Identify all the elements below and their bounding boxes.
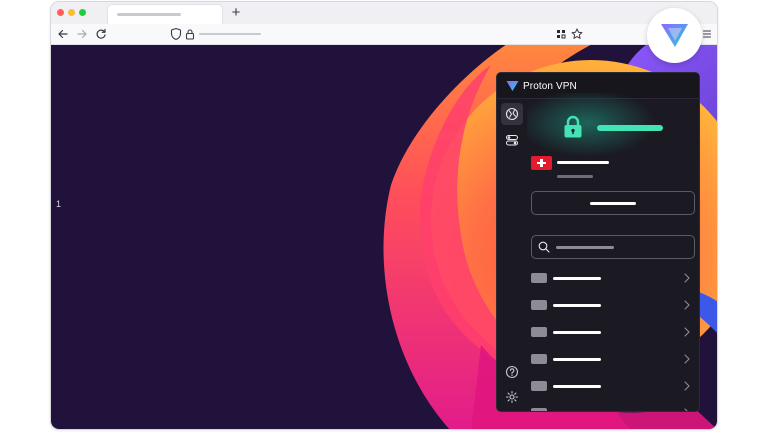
search-input[interactable] (531, 235, 695, 259)
proton-vpn-extension-button[interactable] (647, 8, 702, 63)
forward-icon[interactable] (74, 26, 90, 42)
tab-bar: + (51, 2, 717, 24)
chevron-right-icon (684, 354, 690, 364)
help-icon (505, 365, 519, 379)
country-name (553, 277, 601, 280)
settings-button[interactable] (501, 386, 523, 408)
server-name (557, 161, 609, 164)
connection-status (597, 125, 663, 131)
globe-icon (505, 107, 519, 121)
shield-icon[interactable] (169, 27, 183, 41)
country-flag-icon (531, 273, 547, 283)
list-item[interactable] (527, 373, 699, 400)
maximize-window-button[interactable] (79, 9, 86, 16)
vpn-popup-panel: Proton VPN (496, 72, 700, 412)
tab-title (117, 13, 181, 16)
panel-sidebar (497, 99, 527, 411)
list-item[interactable] (527, 346, 699, 373)
settings-icon (505, 390, 519, 404)
close-window-button[interactable] (57, 9, 64, 16)
reload-icon[interactable] (93, 26, 109, 42)
search-icon (538, 241, 550, 253)
toggles-icon (506, 135, 518, 146)
browser-tab[interactable] (107, 4, 223, 24)
navigation-toolbar (51, 24, 717, 45)
new-tab-button[interactable]: + (227, 4, 245, 22)
connection-action-label (590, 202, 636, 205)
server-ip (557, 175, 593, 178)
sidebar-item-toggles[interactable] (501, 129, 523, 151)
lock-icon[interactable] (183, 27, 197, 41)
proton-vpn-logo-icon (506, 81, 519, 91)
connection-action-button[interactable] (531, 191, 695, 215)
panel-main (527, 93, 699, 411)
sidebar-item-globe[interactable] (501, 103, 523, 125)
help-button[interactable] (501, 361, 523, 383)
chevron-right-icon (684, 381, 690, 391)
list-item[interactable] (527, 265, 699, 292)
list-item[interactable] (527, 400, 699, 411)
list-item[interactable] (527, 292, 699, 319)
chevron-right-icon (684, 300, 690, 310)
bookmark-star-icon[interactable] (569, 26, 585, 42)
lock-icon (564, 115, 582, 138)
address-bar[interactable] (167, 26, 487, 42)
country-flag-icon (531, 327, 547, 337)
country-name (553, 358, 601, 361)
chevron-right-icon (684, 408, 688, 411)
country-flag-icon (531, 354, 547, 364)
minimize-window-button[interactable] (68, 9, 75, 16)
country-name (553, 385, 601, 388)
extensions-grid-icon[interactable] (553, 26, 569, 42)
chevron-right-icon (684, 327, 690, 337)
country-flag-icon (531, 381, 547, 391)
country-flag-icon (531, 408, 547, 411)
search-placeholder (556, 246, 614, 249)
url-text (199, 33, 261, 35)
chevron-right-icon (684, 273, 690, 283)
brand-name: Proton VPN (523, 81, 577, 92)
back-icon[interactable] (55, 26, 71, 42)
list-item[interactable] (527, 319, 699, 346)
country-flag-icon (531, 300, 547, 310)
switzerland-flag-icon (531, 156, 552, 170)
country-name (553, 331, 601, 334)
page-marker-text: 1 (56, 199, 62, 209)
proton-vpn-logo-icon (661, 24, 688, 47)
country-name (553, 304, 601, 307)
